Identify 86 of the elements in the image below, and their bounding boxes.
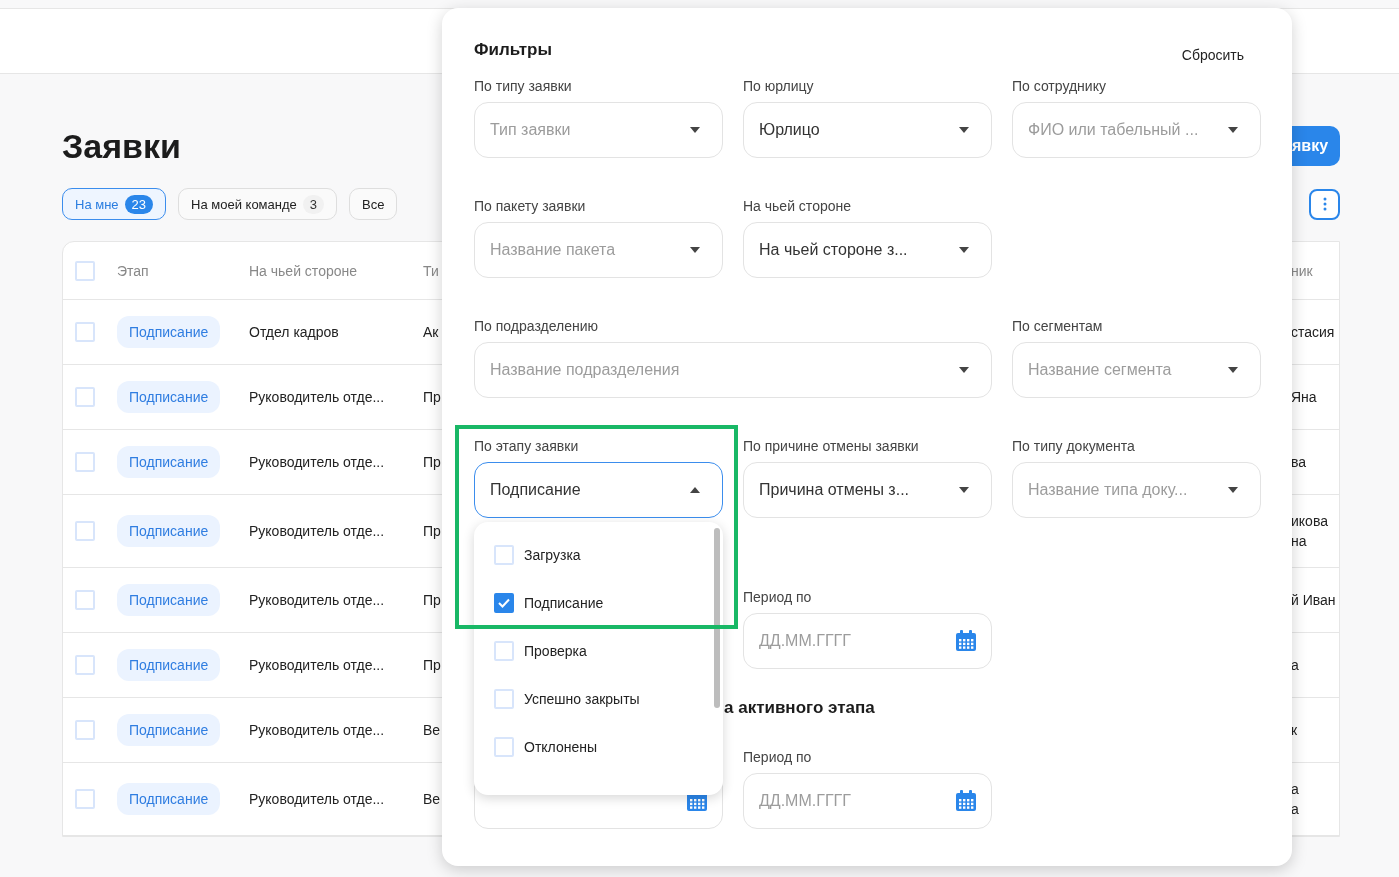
table-cell: Пр — [423, 657, 441, 673]
table-cell: Отдел кадров — [249, 324, 339, 340]
checkbox[interactable] — [494, 593, 514, 613]
panel-title: Фильтры — [474, 40, 552, 60]
field-label: Период по — [743, 749, 813, 765]
table-cell: Ве — [423, 791, 441, 807]
column-header: Этап — [117, 262, 150, 279]
stage-badge: Подписание — [117, 783, 221, 815]
caret-down-icon — [959, 367, 969, 373]
dropdown-option[interactable]: Отклонены — [474, 727, 723, 767]
table-cell-text: на — [1291, 533, 1308, 549]
select-field[interactable]: Подписание — [474, 462, 723, 518]
table-cell: Руководитель отде... — [249, 657, 385, 673]
filter-tab[interactable]: На моей команде 3 — [178, 188, 337, 220]
caret-up-icon — [690, 487, 700, 493]
caret-down-icon — [690, 247, 700, 253]
dots-icon — [1322, 197, 1327, 211]
caret-down-icon — [959, 127, 969, 133]
stage-badge: Подписание — [117, 381, 221, 413]
dropdown-option[interactable]: Подписание — [474, 583, 723, 623]
table-cell-text: ва — [1291, 454, 1308, 470]
stage-badge: Подписание — [117, 446, 221, 478]
table-cell-text: к — [1291, 722, 1299, 738]
field-label: По сегментам — [1012, 318, 1104, 334]
field-label: На чьей стороне — [743, 198, 852, 214]
field-label: По подразделению — [474, 318, 599, 334]
field-label: По причине отмены заявки — [743, 438, 920, 454]
check-icon — [498, 598, 510, 608]
table-cell: Пр — [423, 454, 441, 470]
table-cell-text: икова — [1291, 513, 1329, 529]
table-cell: Руководитель отде... — [249, 592, 385, 608]
count-badge: 23 — [124, 194, 154, 214]
table-cell: Руководитель отде... — [249, 523, 385, 539]
scrollbar[interactable] — [714, 528, 720, 708]
select-field[interactable]: На чьей стороне з... — [743, 222, 992, 278]
select-field[interactable]: Причина отмены з... — [743, 462, 992, 518]
caret-down-icon — [690, 127, 700, 133]
table-cell: Руководитель отде... — [249, 791, 385, 807]
stage-badge: Подписание — [117, 649, 221, 681]
field-label: По типу заявки — [474, 78, 573, 94]
calendar-icon[interactable] — [955, 630, 977, 652]
column-header: Ти — [423, 262, 440, 279]
section-heading: а активного этапа — [724, 698, 875, 718]
field-label: По пакету заявки — [474, 198, 587, 214]
table-cell: Пр — [423, 389, 441, 405]
table-cell-text: стасия — [1291, 324, 1336, 340]
table-cell: Пр — [423, 523, 441, 539]
page-title: Заявки — [62, 126, 181, 166]
caret-down-icon — [959, 247, 969, 253]
caret-down-icon — [1228, 367, 1238, 373]
table-cell-text: а — [1291, 801, 1300, 817]
table-cell: Руководитель отде... — [249, 722, 385, 738]
count-badge: 3 — [302, 194, 324, 214]
field-label: По типу документа — [1012, 438, 1136, 454]
calendar-icon[interactable] — [955, 790, 977, 812]
table-cell-text: Яна — [1291, 389, 1318, 405]
dropdown-option[interactable]: Загрузка — [474, 535, 723, 575]
caret-down-icon — [959, 487, 969, 493]
table-cell: Ве — [423, 722, 441, 738]
caret-down-icon — [1228, 127, 1238, 133]
table-cell: Руководитель отде... — [249, 454, 385, 470]
field-label: По юрлицу — [743, 78, 815, 94]
filter-tab[interactable]: Все — [349, 188, 398, 220]
stage-badge: Подписание — [117, 316, 221, 348]
table-cell-text: а — [1291, 657, 1300, 673]
field-label: Период по — [743, 589, 813, 605]
column-header: ник — [1291, 262, 1314, 279]
filter-tab[interactable]: На мне 23 — [62, 188, 167, 220]
caret-down-icon — [1228, 487, 1238, 493]
table-cell: Пр — [423, 592, 441, 608]
column-header: На чьей стороне — [249, 262, 358, 279]
table-cell-text: а — [1291, 781, 1300, 797]
more-button[interactable] — [1309, 188, 1340, 220]
create-button[interactable]: явку — [1292, 126, 1340, 166]
table-cell: Руководитель отде... — [249, 389, 385, 405]
dropdown-option[interactable]: Проверка — [474, 631, 723, 671]
stage-badge: Подписание — [117, 714, 221, 746]
field-label: По сотруднику — [1012, 78, 1107, 94]
select-field[interactable]: Юрлицо — [743, 102, 992, 158]
dropdown-option[interactable]: Успешно закрыты — [474, 679, 723, 719]
field-label: По этапу заявки — [474, 438, 580, 454]
stage-badge: Подписание — [117, 584, 221, 616]
stage-badge: Подписание — [117, 515, 221, 547]
table-cell: Ак — [423, 324, 439, 340]
table-cell-text: й Иван — [1291, 592, 1337, 608]
reset-button[interactable]: Сбросить — [1181, 47, 1244, 63]
